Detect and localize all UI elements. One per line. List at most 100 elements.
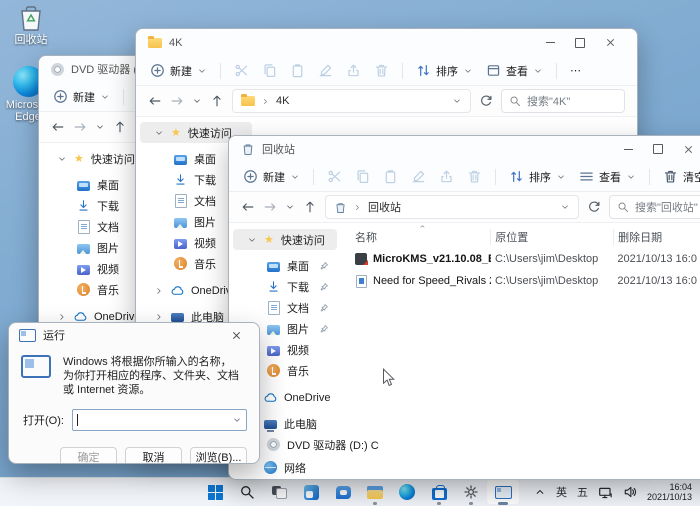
hidden-icons-button[interactable] [534,486,546,498]
windows-logo-icon [208,485,223,500]
search-box[interactable]: 搜索"回收站" [609,195,700,219]
divider [495,169,496,185]
up-icon[interactable] [303,200,317,214]
search-box[interactable]: 搜索"4K" [501,89,625,113]
chevron-down-icon [290,172,300,182]
volume-icon[interactable] [623,485,637,499]
file-explorer-button[interactable] [359,478,391,506]
back-icon[interactable] [51,120,65,134]
task-view-button[interactable] [263,478,295,506]
plus-circle-icon [53,89,68,104]
window-title: 回收站 [262,141,295,157]
refresh-icon[interactable] [479,94,493,108]
file-row[interactable]: MicroKMS_v21.10.08_Beta C:\Users\jim\Des… [351,249,700,269]
address-chevron-icon[interactable] [452,96,462,106]
settings-button[interactable] [455,478,487,506]
cancel-button[interactable]: 取消 [125,447,182,464]
forward-icon[interactable] [73,120,87,134]
this-pc-icon [171,313,184,322]
network-icon[interactable] [598,485,613,500]
view-button[interactable]: 查看 [486,63,543,79]
column-header-date-deleted[interactable]: 删除日期 [613,229,700,245]
new-button[interactable]: 新建 [53,89,110,105]
refresh-icon[interactable] [587,200,601,214]
back-icon[interactable] [241,200,255,214]
minimize-button[interactable] [613,137,643,161]
titlebar[interactable]: 4K [136,29,637,56]
minimize-button[interactable] [535,31,565,55]
run-taskbar-button[interactable] [487,480,519,504]
sort-button[interactable]: 排序 [509,169,566,185]
ok-button[interactable]: 确定 [60,447,117,464]
clock[interactable]: 16:04 2021/10/13 [647,482,696,502]
rename-icon[interactable] [318,63,333,78]
cut-icon[interactable] [234,63,249,78]
chevron-down-icon[interactable] [232,415,242,425]
taskbar: 英 五 16:04 2021/10/13 [0,477,700,506]
delete-icon[interactable] [467,169,482,184]
search-icon [239,484,255,500]
open-combobox[interactable] [72,409,247,431]
file-row[interactable]: Need for Speed_Rivals 2021_10... C:\User… [351,271,700,291]
edge-button[interactable] [391,478,423,506]
widgets-icon [304,485,319,500]
back-icon[interactable] [148,94,162,108]
up-icon[interactable] [113,120,127,134]
forward-icon[interactable] [263,200,277,214]
chat-button[interactable] [327,478,359,506]
music-icon [77,283,90,296]
column-header-location[interactable]: 原位置 [490,229,613,245]
start-button[interactable] [199,478,231,506]
column-header-name[interactable]: 名称 [351,229,490,245]
chevron-down-icon [463,66,473,76]
ime-language-indicator[interactable]: 英 [556,484,567,500]
new-button[interactable]: 新建 [150,63,207,79]
plus-circle-icon [150,63,165,78]
history-chevron-icon[interactable] [285,202,295,212]
sort-button[interactable]: 排序 [416,63,473,79]
widgets-button[interactable] [295,478,327,506]
close-button[interactable] [673,137,700,161]
address-chevron-icon[interactable] [560,202,570,212]
sidebar-item-desktop[interactable]: 桌面 [233,255,337,276]
sidebar-item-quick-access[interactable]: ★ 快速访问 [233,229,337,250]
chevron-up-icon [534,486,546,498]
titlebar[interactable]: 回收站 [229,136,700,162]
desktop-icon-recycle-bin[interactable]: 回收站 [0,4,62,46]
address-bar[interactable]: 回收站 [325,195,579,219]
run-icon-large [21,355,51,378]
music-icon [174,257,187,270]
more-button[interactable]: ⋯ [570,64,581,77]
share-icon[interactable] [439,169,454,184]
history-chevron-icon[interactable] [192,96,202,106]
maximize-button[interactable] [565,31,595,55]
forward-icon[interactable] [170,94,184,108]
paste-icon[interactable] [383,169,398,184]
share-icon[interactable] [346,63,361,78]
new-button[interactable]: 新建 [243,169,300,185]
this-pc-icon [264,420,277,429]
history-chevron-icon[interactable] [95,122,105,132]
close-button[interactable] [223,324,249,346]
documents-icon [175,194,187,208]
copy-icon[interactable] [355,169,370,184]
view-button[interactable]: 查看 [579,169,636,185]
delete-icon[interactable] [374,63,389,78]
store-button[interactable] [423,478,455,506]
empty-recycle-bin-button[interactable]: 清空回收站 [663,169,700,185]
maximize-button[interactable] [643,137,673,161]
titlebar[interactable]: 运行 [9,323,259,347]
sidebar-item-documents[interactable]: 文档 [233,297,337,318]
ime-mode-indicator[interactable]: 五 [577,484,588,500]
search-button[interactable] [231,478,263,506]
paste-icon[interactable] [290,63,305,78]
browse-button[interactable]: 浏览(B)... [190,447,247,464]
close-button[interactable] [595,31,625,55]
up-icon[interactable] [210,94,224,108]
rename-icon[interactable] [411,169,426,184]
copy-icon[interactable] [262,63,277,78]
cut-icon[interactable] [327,169,342,184]
pin-icon [319,282,329,292]
address-bar[interactable]: 4K [232,89,471,113]
sidebar-item-downloads[interactable]: 下载 [233,276,337,297]
